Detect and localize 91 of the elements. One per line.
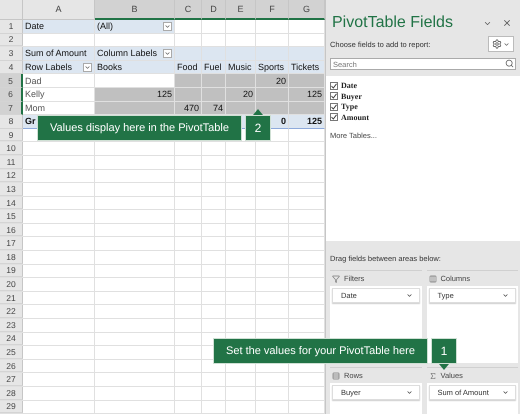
table-cell: 74 [202,102,226,116]
table-cell: 470 [175,102,202,116]
callout-text: Set the values for your PivotTable here [213,338,428,364]
caret-icon [502,292,509,299]
caret-icon [164,22,171,30]
row-header[interactable]: 1 [0,20,23,34]
row-header[interactable]: 16 [0,224,23,236]
row-header[interactable]: 13 [0,183,23,196]
table-cell: Sports [256,60,289,74]
row-header[interactable]: 2 [0,34,23,46]
checkbox[interactable] [330,92,338,100]
caret-icon [406,389,412,396]
table-cell: Kelly [23,88,95,102]
column-header[interactable]: B [95,0,175,20]
row-header[interactable]: 5 [0,74,23,88]
row-header[interactable]: 24 [0,332,23,346]
table-cell: Sum of Amount [23,47,95,61]
row-header[interactable]: 11 [0,156,23,169]
checkbox[interactable] [330,102,338,110]
column-header[interactable]: E [226,0,256,20]
row-header[interactable]: 29 [0,400,23,414]
dropdown-button[interactable] [83,62,92,72]
table-cell: Fuel [202,60,226,74]
callout-number: 1 [430,338,457,364]
table-cell: 125 [289,88,325,102]
row-header[interactable]: 6 [0,88,23,102]
caret-icon [164,50,171,57]
sigma-icon [428,372,436,380]
caret-icon [406,292,412,299]
columns-icon [428,274,436,282]
row-header[interactable]: 8 [0,115,23,129]
column-header[interactable]: G [289,0,325,20]
table-cell: Mom [23,102,95,116]
row-header[interactable]: 22 [0,305,23,318]
caret-icon [503,40,510,48]
cell-text: Column Labels [97,48,158,58]
settings-icon [492,39,502,49]
table-cell: 20 [256,74,289,88]
table-cell: Music [226,60,256,74]
settings-button[interactable] [488,36,514,52]
row-header[interactable]: 23 [0,319,23,332]
callout-text: Values display here in the PivotTable [37,115,242,141]
row-header[interactable]: 7 [0,102,23,116]
callout-pointer [252,109,263,115]
table-cell: Date [23,20,95,34]
row-header[interactable]: 3 [0,47,23,61]
dropdown-button[interactable] [163,48,172,58]
row-header[interactable]: 19 [0,264,23,278]
column-header[interactable]: D [202,0,226,20]
table-cell: 20 [226,88,256,102]
row-header[interactable]: 20 [0,278,23,291]
dropdown-button[interactable] [163,22,172,31]
field-label: Type [341,102,358,111]
column-header[interactable]: A [23,0,95,20]
row-header[interactable]: 14 [0,196,23,210]
row-header[interactable]: 17 [0,237,23,250]
panel-title: PivotTable Fields [332,14,454,32]
table-cell: Dad [23,74,95,88]
column-header[interactable]: F [256,0,289,20]
row-header[interactable]: 18 [0,251,23,264]
column-header[interactable]: C [175,0,202,20]
checkbox[interactable] [330,82,338,90]
row-header[interactable]: 28 [0,387,23,400]
row-header[interactable]: 4 [0,60,23,74]
field-label: Buyer [341,92,362,100]
caret-icon [502,389,509,396]
table-cell: Food [175,60,202,74]
field-label: Amount [341,112,370,122]
table-cell: 125 [289,115,325,129]
row-header[interactable]: 10 [0,142,23,155]
row-header[interactable]: 9 [0,128,23,142]
callout-number: 2 [244,115,271,141]
checkbox[interactable] [330,113,338,121]
filter-icon [332,274,340,282]
table-cell: Tickets [289,60,325,74]
row-header[interactable]: 26 [0,360,23,372]
callout-pointer [438,364,449,370]
field-label: Date [341,81,357,90]
rows-icon [332,372,340,380]
row-header[interactable]: 25 [0,346,23,359]
row-header[interactable]: 12 [0,170,23,182]
row-header[interactable]: 21 [0,292,23,304]
table-cell: Books [95,60,175,74]
search-icon [505,59,514,68]
close-icon[interactable] [502,18,512,28]
table-cell: 125 [95,88,175,102]
row-header[interactable]: 15 [0,210,23,223]
cell-text: (All) [97,21,114,32]
row-header[interactable]: 27 [0,373,23,386]
caret-icon [84,64,91,71]
cell-text: Row Labels [25,62,74,72]
